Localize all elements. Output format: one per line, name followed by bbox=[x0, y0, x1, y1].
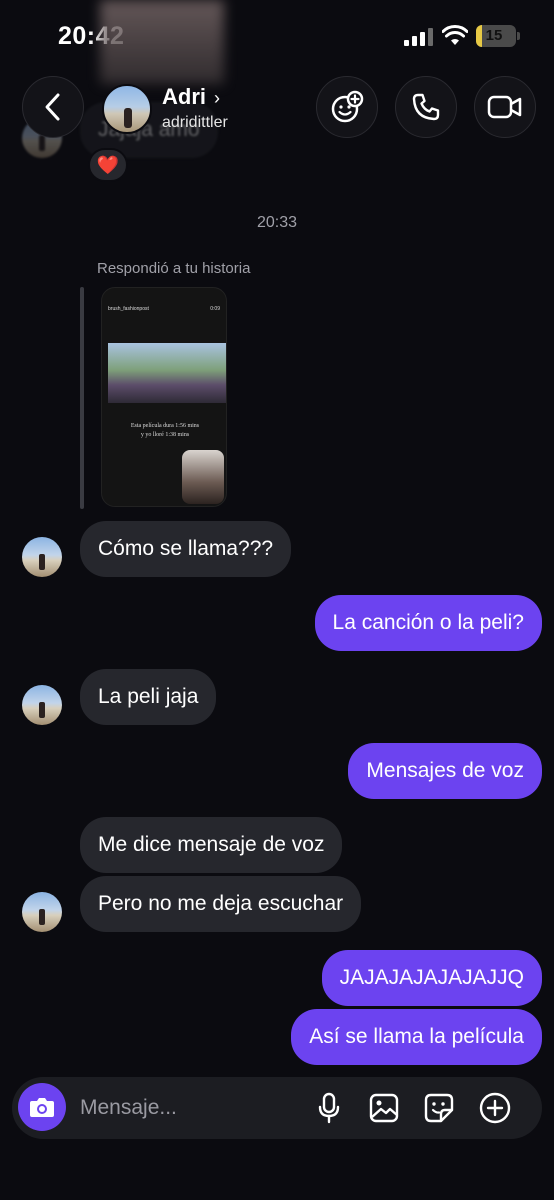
sticker-effects-icon bbox=[331, 90, 364, 123]
message-timestamp: 20:33 bbox=[256, 214, 298, 231]
gallery-button[interactable] bbox=[367, 1091, 401, 1125]
bottom-safe-area bbox=[0, 1140, 554, 1200]
battery-icon: 15 bbox=[476, 25, 516, 47]
video-call-button[interactable] bbox=[474, 76, 536, 138]
effects-button[interactable] bbox=[316, 76, 378, 138]
cellular-signal-icon bbox=[404, 28, 433, 46]
sticker-button[interactable] bbox=[422, 1091, 456, 1125]
message-input[interactable]: Mensaje... bbox=[80, 1077, 177, 1139]
sticker-icon bbox=[424, 1093, 454, 1123]
message-bubble-incoming[interactable]: Pero no me deja escuchar bbox=[80, 876, 362, 932]
heart-reaction[interactable]: ❤️ bbox=[88, 148, 128, 182]
add-media-button[interactable] bbox=[478, 1091, 512, 1125]
chevron-right-icon: › bbox=[214, 88, 220, 108]
chevron-left-icon bbox=[45, 93, 60, 121]
message-bubble-incoming[interactable]: La peli jaja bbox=[80, 669, 217, 725]
story-username: brush_fashionpost bbox=[108, 306, 149, 312]
image-gallery-icon bbox=[369, 1093, 399, 1123]
microphone-icon bbox=[318, 1092, 340, 1124]
message-bubble-outgoing[interactable]: Así se llama la película bbox=[291, 1009, 542, 1065]
camera-button[interactable] bbox=[18, 1083, 66, 1131]
message-bubble-incoming[interactable]: Cómo se llama??? bbox=[80, 521, 292, 577]
story-time: 0:09 bbox=[210, 306, 220, 312]
chat-header: Adri › adridittler bbox=[0, 70, 554, 150]
battery-percentage: 15 bbox=[485, 27, 503, 44]
story-caption-line: Esta película dura 1:56 mins bbox=[130, 423, 200, 429]
message-bubble-incoming[interactable]: Me dice mensaje de voz bbox=[80, 817, 343, 873]
message-bubble-outgoing[interactable]: JAJAJAJAJAJAJJQ bbox=[321, 950, 542, 1006]
contact-avatar[interactable] bbox=[22, 685, 62, 725]
story-preview[interactable]: brush_fashionpost 0:09 Esta película dur… bbox=[101, 287, 227, 507]
header-avatar[interactable] bbox=[102, 84, 152, 134]
story-reply-label: Respondió a tu historia bbox=[97, 260, 251, 277]
story-caption: Esta película dura 1:56 mins y yo lloré … bbox=[102, 422, 226, 440]
video-camera-icon bbox=[487, 95, 522, 119]
contact-avatar[interactable] bbox=[22, 892, 62, 932]
message-bubble-outgoing[interactable]: La canción o la peli? bbox=[314, 595, 542, 651]
contact-name[interactable]: Adri bbox=[162, 84, 206, 110]
battery-nub bbox=[517, 32, 520, 40]
microphone-button[interactable] bbox=[312, 1091, 346, 1125]
message-composer[interactable]: Mensaje... bbox=[12, 1077, 542, 1139]
camera-icon bbox=[30, 1098, 54, 1117]
story-selfie bbox=[182, 450, 224, 504]
story-photo bbox=[108, 343, 226, 403]
status-bar: 20:42 15 bbox=[0, 0, 554, 70]
back-button[interactable] bbox=[22, 76, 84, 138]
contact-avatar[interactable] bbox=[22, 537, 62, 577]
plus-circle-icon bbox=[479, 1092, 511, 1124]
story-caption-line: y yo lloré 1:38 mins bbox=[140, 432, 190, 438]
message-bubble-outgoing[interactable]: Mensajes de voz bbox=[348, 743, 542, 799]
phone-icon bbox=[412, 93, 440, 121]
audio-call-button[interactable] bbox=[395, 76, 457, 138]
contact-username[interactable]: adridittler bbox=[162, 114, 228, 132]
reply-indicator-bar bbox=[80, 287, 84, 509]
wifi-icon bbox=[442, 25, 468, 45]
